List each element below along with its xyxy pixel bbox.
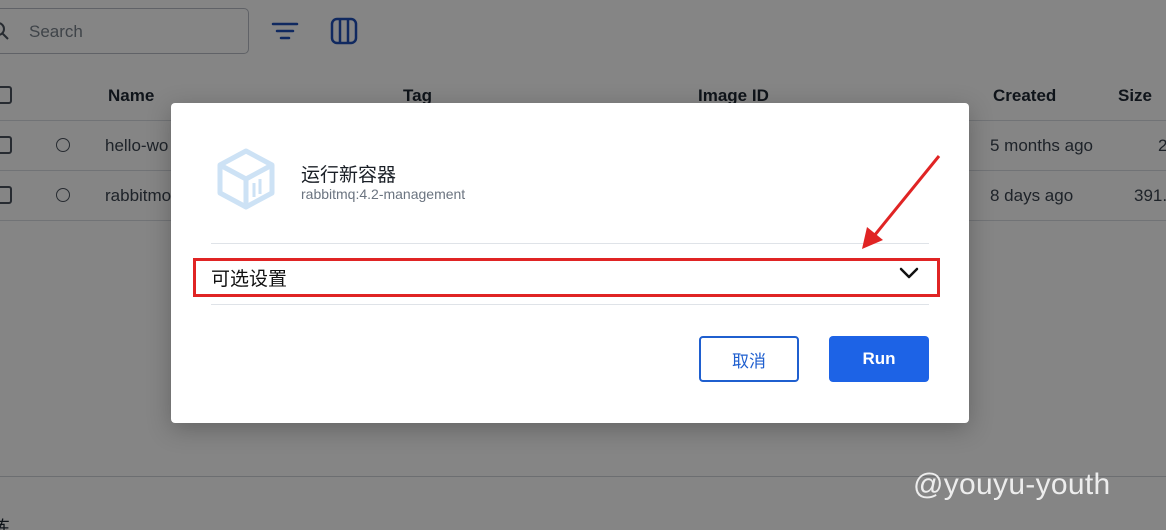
dialog-title: 运行新容器 — [301, 165, 397, 186]
divider — [211, 243, 929, 244]
divider — [211, 304, 929, 305]
run-button[interactable]: Run — [829, 336, 929, 382]
annotation-highlight-box — [193, 258, 940, 297]
container-cube-icon — [217, 148, 275, 210]
watermark: @youyu-youth — [913, 468, 1111, 501]
dialog-subtitle: rabbitmq:4.2-management — [301, 186, 466, 202]
annotation-arrow — [862, 155, 941, 249]
cancel-button[interactable]: 取消 — [699, 336, 799, 382]
